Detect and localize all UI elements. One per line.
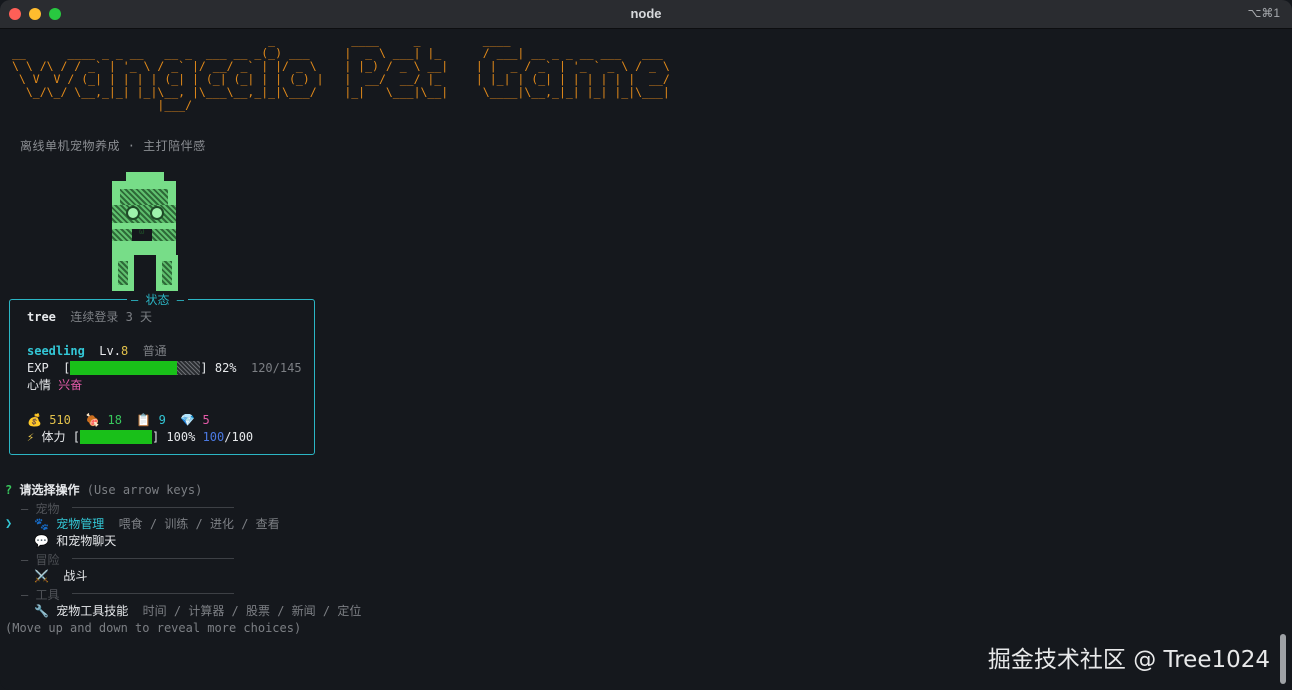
coins-value: 510 bbox=[49, 413, 71, 427]
prompt-mark: ? bbox=[5, 483, 13, 497]
food-value: 18 bbox=[107, 413, 122, 427]
mood-value: 兴奋 bbox=[58, 378, 83, 392]
watermark: 掘金技术社区 @ Tree1024 bbox=[987, 647, 1270, 673]
prompt-footer: (Move up and down to reveal more choices… bbox=[5, 621, 302, 635]
level-label: Lv. bbox=[99, 344, 121, 358]
menu-item-label: 宠物工具技能 bbox=[56, 604, 129, 618]
status-panel: — 状态 — tree 连续登录 3 天 seedling Lv.8 普通 EX… bbox=[9, 291, 315, 455]
lightning-icon: ⚡ bbox=[27, 430, 35, 444]
menu-item-label: 和宠物聊天 bbox=[56, 534, 117, 548]
pet-level: 8 bbox=[120, 344, 129, 358]
pet-rarity: 普通 bbox=[142, 344, 167, 358]
section-pet: — 宠物 bbox=[21, 502, 60, 516]
speech-bubble-icon: 💬 bbox=[34, 534, 49, 548]
exp-line: EXP [] 82% 120/145 bbox=[27, 361, 302, 375]
wrench-icon: 🔧 bbox=[34, 604, 49, 618]
exp-percent: 82% bbox=[214, 361, 237, 375]
tasks-value: 9 bbox=[158, 413, 166, 427]
gem-icon: 💎 bbox=[180, 413, 196, 427]
pet-info-line: seedling Lv.8 普通 bbox=[27, 343, 167, 359]
window-title: node bbox=[630, 6, 662, 21]
exp-value: 120/145 bbox=[250, 361, 302, 375]
window-shortcut: ⌥⌘1 bbox=[1247, 6, 1280, 20]
section-tools-rule bbox=[72, 593, 234, 594]
crossed-swords-icon: ⚔️ bbox=[34, 569, 49, 583]
ascii-banner: _ ____ _ ____ __ ____ _ _ __ __ _ ___ __… bbox=[12, 33, 670, 112]
exp-progress-bar bbox=[70, 361, 201, 375]
prompt-hint: (Use arrow keys) bbox=[86, 483, 203, 497]
menu-item-pet-tools[interactable]: 🔧 宠物工具技能 时间 / 计算器 / 股票 / 新闻 / 定位 bbox=[34, 603, 361, 619]
menu-item-battle[interactable]: ⚔️ 战斗 bbox=[34, 568, 87, 584]
section-adventure-rule bbox=[72, 558, 234, 559]
exp-label: EXP bbox=[27, 361, 49, 375]
pet-left-leg-pattern bbox=[118, 261, 128, 285]
menu-item-chat[interactable]: 💬 和宠物聊天 bbox=[34, 533, 116, 549]
energy-current: 100 bbox=[202, 430, 225, 444]
pet-hips bbox=[112, 241, 176, 255]
selection-cursor: ❯ bbox=[5, 516, 13, 530]
energy-percent: 100% bbox=[166, 430, 196, 444]
title-bar: node ⌥⌘1 bbox=[0, 0, 1292, 29]
menu-item-label: 宠物管理 bbox=[56, 517, 105, 531]
mood-label: 心情 bbox=[27, 378, 52, 392]
section-adventure: — 冒险 bbox=[21, 553, 60, 567]
pet-hat-top bbox=[126, 172, 164, 181]
banner-subtitle: 离线单机宠物养成 · 主打陪伴感 bbox=[20, 139, 206, 153]
section-pet-rule bbox=[72, 507, 234, 508]
resources-line: 💰 510 🍖 18 📋 9 💎 5 bbox=[27, 412, 210, 428]
clipboard-icon: 📋 bbox=[136, 413, 152, 427]
pet-left-eye bbox=[126, 206, 140, 220]
exp-bar-fill bbox=[70, 361, 178, 375]
prompt-question: 请选择操作 bbox=[19, 483, 80, 497]
paw-icon: 🐾 bbox=[34, 517, 49, 531]
energy-bar-fill bbox=[79, 430, 152, 444]
pet-body-left bbox=[112, 229, 132, 241]
money-bag-icon: 💰 bbox=[27, 413, 42, 427]
pet-right-leg-pattern bbox=[162, 261, 172, 285]
prompt-line: ? 请选择操作 (Use arrow keys) bbox=[5, 482, 202, 498]
energy-max: /100 bbox=[224, 430, 254, 444]
exp-bar-empty bbox=[177, 361, 201, 375]
section-tools: — 工具 bbox=[21, 588, 60, 602]
user-line: tree 连续登录 3 天 bbox=[27, 309, 152, 325]
pet-head-right bbox=[168, 189, 176, 205]
gems-value: 5 bbox=[202, 413, 210, 427]
energy-progress-bar bbox=[79, 430, 152, 444]
menu-item-label: 战斗 bbox=[63, 569, 88, 583]
terminal-window: node ⌥⌘1 _ ____ _ ____ __ ____ _ _ __ __… bbox=[0, 0, 1292, 690]
status-panel-title: — 状态 — bbox=[127, 291, 188, 308]
pet-name: seedling bbox=[27, 344, 85, 358]
pet-forehead bbox=[120, 189, 168, 205]
meat-icon: 🍖 bbox=[85, 413, 101, 427]
mood-line: 心情 兴奋 bbox=[27, 377, 82, 393]
pet-body-right bbox=[152, 229, 176, 241]
menu-item-pet-management[interactable]: 🐾 宠物管理 喂食 / 训练 / 进化 / 查看 bbox=[34, 516, 280, 532]
username: tree bbox=[27, 310, 56, 324]
pet-hat-brim bbox=[112, 181, 176, 189]
scrollbar[interactable] bbox=[1280, 634, 1286, 684]
pet-right-eye bbox=[150, 206, 164, 220]
pet-face bbox=[112, 205, 176, 223]
login-streak: 连续登录 3 天 bbox=[70, 310, 153, 324]
pet-head-left bbox=[112, 189, 120, 205]
energy-line: ⚡ 体力 [] 100% 100/100 bbox=[27, 430, 254, 444]
menu-item-desc: 喂食 / 训练 / 进化 / 查看 bbox=[118, 517, 280, 531]
menu-item-desc: 时间 / 计算器 / 股票 / 新闻 / 定位 bbox=[142, 604, 362, 618]
energy-label: 体力 bbox=[41, 430, 66, 444]
